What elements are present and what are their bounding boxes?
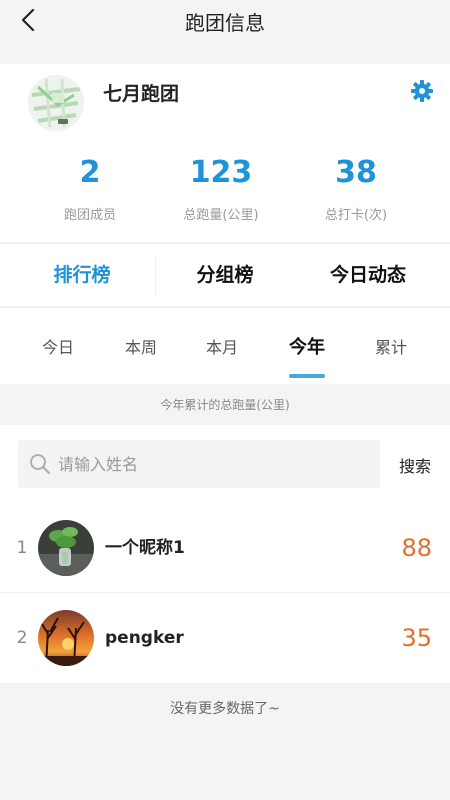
ranking-caption: 今年累计的总跑量(公里) xyxy=(0,385,450,425)
stat-members: 2 跑团成员 xyxy=(15,155,165,224)
stat-checkins: 38 总打卡(次) xyxy=(281,155,431,224)
active-tab-indicator xyxy=(289,374,325,378)
main-tabs: 排行榜 分组榜 今日动态 xyxy=(0,243,450,307)
rank-number: 1 xyxy=(16,538,28,558)
list-item[interactable]: 1 一个昵称1 88 xyxy=(0,503,450,593)
stat-label: 总跑量(公里) xyxy=(183,208,259,223)
member-name: pengker xyxy=(105,628,184,648)
search-box xyxy=(18,440,380,488)
club-name: 七月跑团 xyxy=(103,83,180,105)
member-distance: 88 xyxy=(401,534,432,562)
stat-label: 跑团成员 xyxy=(63,208,116,223)
member-name: 一个昵称1 xyxy=(105,538,185,558)
no-more-data-text: 没有更多数据了~ xyxy=(170,701,280,717)
map-thumbnail-icon xyxy=(28,75,84,131)
stat-value: 2 xyxy=(79,155,101,190)
search-bar: 搜索 xyxy=(0,425,450,503)
period-tab-week[interactable]: 本周 xyxy=(101,334,181,358)
club-card: 七月跑团 2 跑团成员 123 总跑量(公里) 38 总打卡(次) xyxy=(0,64,450,242)
avatar[interactable] xyxy=(38,610,94,666)
period-tab-total[interactable]: 累计 xyxy=(351,334,431,358)
period-tab-month[interactable]: 本月 xyxy=(182,334,262,358)
gear-icon xyxy=(411,80,433,102)
stat-value: 38 xyxy=(335,155,377,190)
member-distance: 35 xyxy=(401,624,432,652)
list-item[interactable]: 2 pengker 35 xyxy=(0,593,450,683)
sunset-photo-icon xyxy=(38,610,94,666)
avatar[interactable] xyxy=(38,520,94,576)
ranking-list: 1 一个昵称1 88 2 pengker 35 xyxy=(0,503,450,683)
stat-value: 123 xyxy=(189,155,253,190)
search-icon xyxy=(30,454,51,475)
plant-photo-icon xyxy=(38,520,94,576)
club-avatar[interactable] xyxy=(28,75,84,131)
tab-today-activity[interactable]: 今日动态 xyxy=(293,244,443,308)
search-button[interactable]: 搜索 xyxy=(390,453,440,477)
tab-group-ranking[interactable]: 分组榜 xyxy=(150,244,300,308)
top-bar: 跑团信息 xyxy=(0,0,450,40)
stat-distance: 123 总跑量(公里) xyxy=(146,155,296,224)
period-tab-today[interactable]: 今日 xyxy=(18,334,98,358)
settings-button[interactable] xyxy=(408,77,436,105)
period-tab-year[interactable]: 今年 xyxy=(267,333,347,359)
tab-leaderboard[interactable]: 排行榜 xyxy=(7,244,157,308)
period-tabs: 今日 本周 本月 今年 累计 xyxy=(0,308,450,384)
page-title: 跑团信息 xyxy=(185,11,265,35)
search-input[interactable] xyxy=(58,440,373,488)
rank-number: 2 xyxy=(16,628,28,648)
stat-label: 总打卡(次) xyxy=(324,208,388,223)
